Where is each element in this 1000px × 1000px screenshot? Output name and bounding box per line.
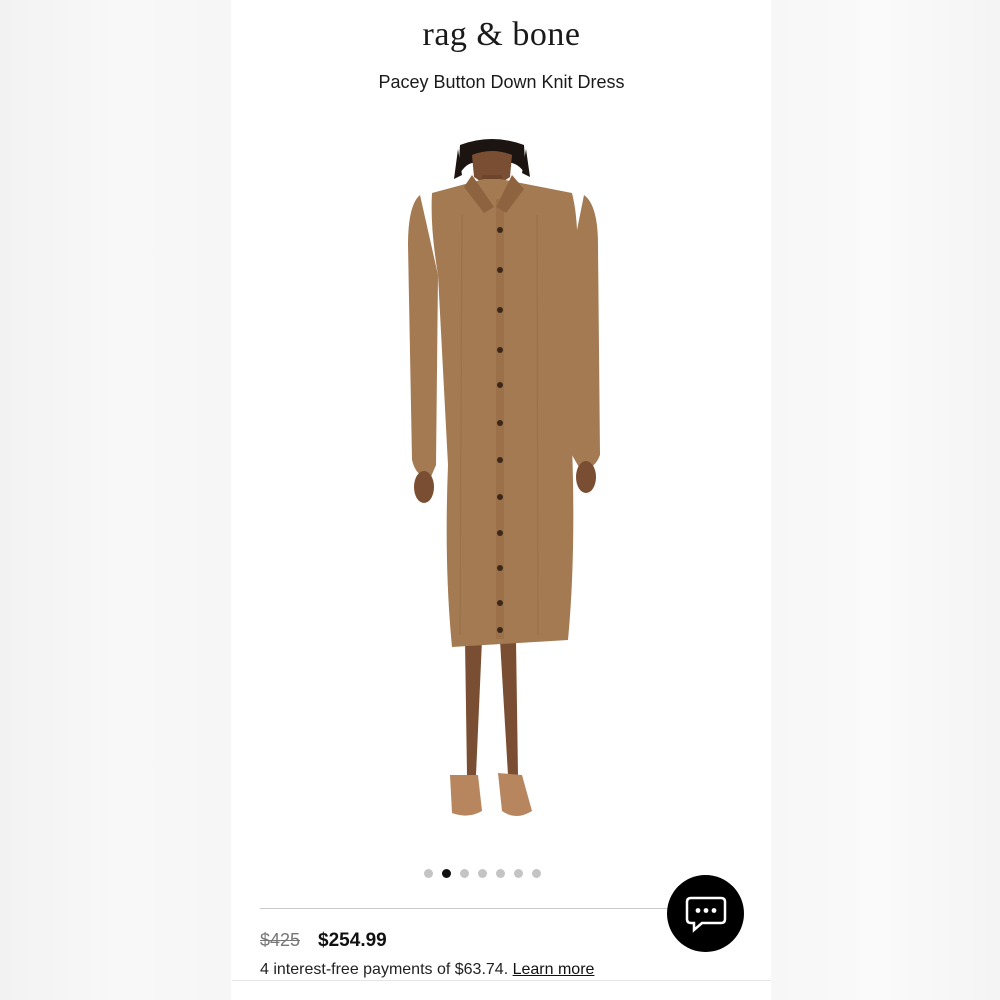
learn-more-link[interactable]: Learn more (513, 961, 595, 978)
brand-logo[interactable]: rag & bone (232, 16, 771, 54)
gallery-pagination (232, 869, 752, 878)
model-illustration (408, 139, 600, 816)
gallery-dot[interactable] (496, 869, 505, 878)
gallery-dot[interactable] (478, 869, 487, 878)
original-price: $425 (260, 930, 301, 950)
chat-bubble-icon (685, 896, 726, 933)
installments-info: 4 interest-free payments of $63.74. Lear… (260, 961, 594, 979)
price-row: $425 $254.99 (260, 930, 387, 952)
product-title: Pacey Button Down Knit Dress (378, 72, 625, 92)
sale-price: $254.99 (318, 930, 387, 951)
chat-button[interactable] (667, 875, 744, 952)
product-image[interactable] (372, 135, 632, 835)
installments-text: 4 interest-free payments of $63.74. (260, 961, 509, 978)
gallery-dot[interactable] (442, 869, 451, 878)
bottom-divider (232, 980, 771, 981)
gallery-dot[interactable] (424, 869, 433, 878)
product-card: rag & bone Pacey Button Down Knit Dress (232, 0, 771, 1000)
gallery-dot[interactable] (514, 869, 523, 878)
gallery-dot[interactable] (460, 869, 469, 878)
gallery-dot[interactable] (532, 869, 541, 878)
